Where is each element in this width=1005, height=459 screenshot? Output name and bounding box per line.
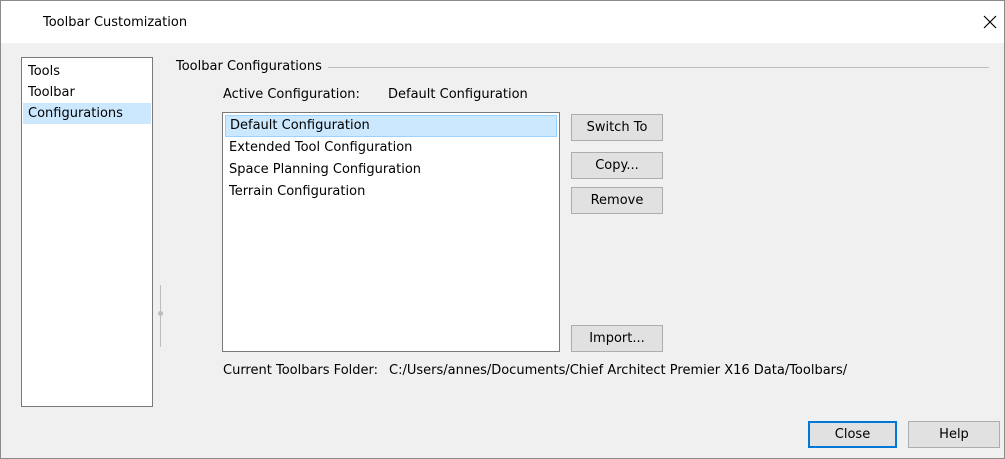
- nav-item-tools[interactable]: Tools: [23, 61, 151, 82]
- toolbar-customization-dialog: Toolbar Customization Tools Toolbar Conf…: [0, 0, 1005, 459]
- import-button[interactable]: Import...: [571, 325, 663, 352]
- config-item-space-planning[interactable]: Space Planning Configuration: [225, 159, 557, 181]
- copy-button[interactable]: Copy...: [571, 152, 663, 179]
- close-icon[interactable]: [976, 11, 1004, 33]
- switch-to-button[interactable]: Switch To: [571, 114, 663, 141]
- toolbars-folder-label: Current Toolbars Folder:: [223, 363, 379, 378]
- category-list[interactable]: Tools Toolbar Configurations: [21, 57, 153, 407]
- splitter-grip-icon[interactable]: [158, 311, 163, 316]
- remove-button[interactable]: Remove: [571, 187, 663, 214]
- group-title: Toolbar Configurations: [176, 59, 328, 74]
- config-item-terrain[interactable]: Terrain Configuration: [225, 181, 557, 203]
- nav-item-configurations[interactable]: Configurations: [23, 103, 151, 124]
- close-button[interactable]: Close: [808, 421, 897, 448]
- panel-splitter[interactable]: [160, 285, 161, 347]
- active-configuration-label: Active Configuration:: [223, 87, 360, 102]
- toolbars-folder-path: C:/Users/annes/Documents/Chief Architect…: [389, 363, 848, 378]
- title-bar: Toolbar Customization: [1, 1, 1004, 43]
- config-item-default[interactable]: Default Configuration: [225, 115, 557, 137]
- configuration-list[interactable]: Default Configuration Extended Tool Conf…: [222, 112, 560, 352]
- help-button[interactable]: Help: [908, 421, 1000, 448]
- nav-item-toolbar[interactable]: Toolbar: [23, 82, 151, 103]
- active-configuration-value: Default Configuration: [388, 87, 528, 102]
- config-item-extended-tool[interactable]: Extended Tool Configuration: [225, 137, 557, 159]
- dialog-title: Toolbar Customization: [43, 15, 188, 30]
